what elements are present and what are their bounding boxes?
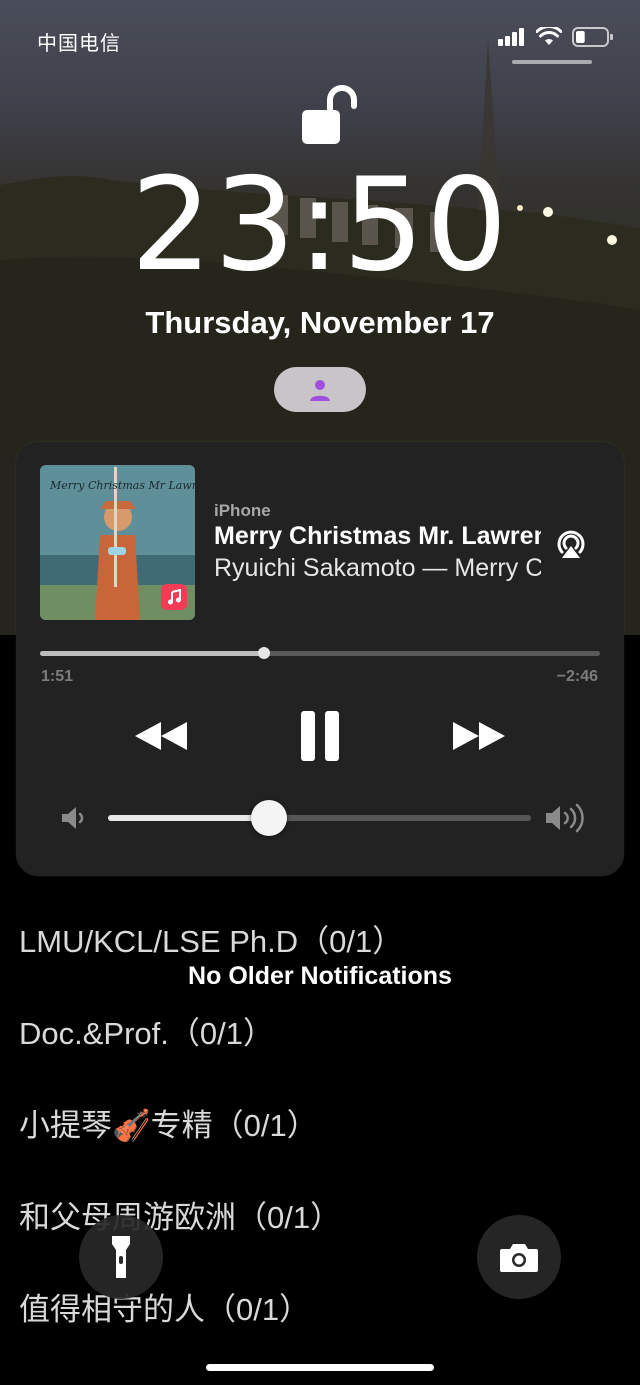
playback-scrubber-knob[interactable] <box>258 647 270 659</box>
todo-item: 和父母周游欧洲（0/1） <box>19 1200 342 1235</box>
lock-screen-date: Thursday, November 17 <box>145 305 495 340</box>
carrier-label: 中国电信 <box>37 33 121 55</box>
camera-button[interactable] <box>477 1215 561 1299</box>
fast-forward-icon[interactable] <box>450 716 508 756</box>
volume-high-icon <box>546 803 584 833</box>
flashlight-icon <box>112 1236 130 1278</box>
airplay-icon[interactable] <box>554 526 588 560</box>
pause-icon[interactable] <box>299 710 341 762</box>
song-title: Merry Christmas Mr. Lawrence <box>214 522 541 550</box>
todo-item: LMU/KCL/LSE Ph.D（0/1） <box>19 924 404 959</box>
flashlight-button[interactable] <box>79 1215 163 1299</box>
wifi-icon <box>536 27 562 45</box>
lock-screen-time: 23:50 <box>130 151 510 300</box>
todo-item: Doc.&Prof.（0/1） <box>19 1016 274 1051</box>
rewind-icon[interactable] <box>132 716 190 756</box>
volume-slider[interactable] <box>108 800 531 836</box>
apple-music-icon <box>161 584 187 610</box>
volume-slider-fill <box>108 815 269 821</box>
status-icons <box>498 26 614 48</box>
no-older-notifications-label: No Older Notifications <box>188 962 452 990</box>
battery-icon <box>572 27 613 47</box>
signal-icon <box>498 28 524 46</box>
volume-slider-knob[interactable] <box>250 800 287 836</box>
album-artwork[interactable]: Merry Christmas Mr Lawrence <box>40 465 195 620</box>
volume-low-icon <box>62 807 84 829</box>
person-focus-icon <box>310 379 330 401</box>
artwork-title: Merry Christmas Mr Lawrence <box>49 479 195 492</box>
todo-item: 小提琴🎻专精（0/1） <box>19 1108 318 1143</box>
control-center-grabber[interactable] <box>512 60 592 64</box>
camera-icon <box>500 1244 538 1272</box>
elapsed-time: 1:51 <box>41 668 74 685</box>
now-playing-widget[interactable]: Merry Christmas Mr Lawrence iPhone Merry… <box>16 442 624 876</box>
remaining-time: −2:46 <box>556 668 598 685</box>
playback-progress-fill <box>40 651 264 656</box>
playback-scrubber[interactable] <box>40 647 600 659</box>
unlocked-padlock-icon <box>302 85 357 144</box>
artist-line: Ryuichi Sakamoto — Merry Christmas Mr. L… <box>214 554 541 582</box>
todo-item: 值得相守的人（0/1） <box>19 1292 311 1327</box>
focus-mode-pill[interactable] <box>274 367 366 412</box>
home-indicator[interactable] <box>206 1364 434 1371</box>
playback-device-label: iPhone <box>214 501 271 520</box>
